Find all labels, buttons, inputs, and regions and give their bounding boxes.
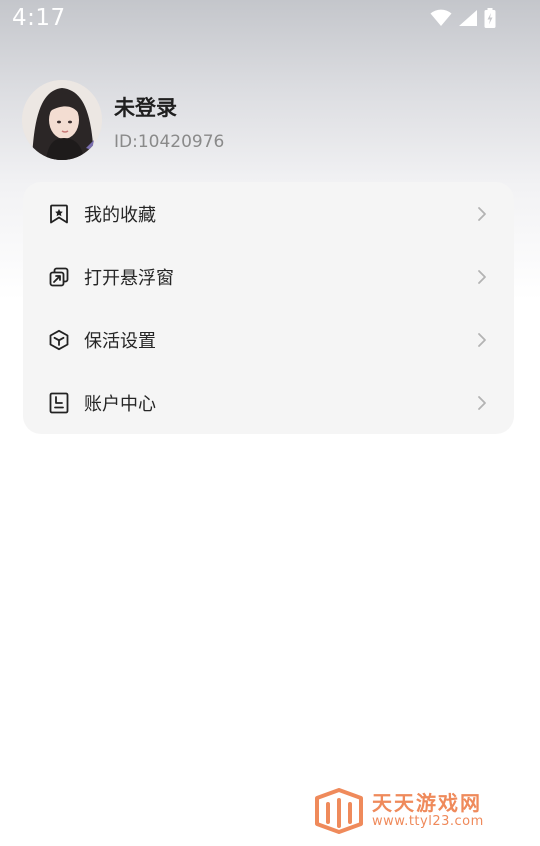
- profile-text: 未登录 ID:10420976: [114, 88, 224, 152]
- menu-card: 我的收藏 打开悬浮窗 保活设置 账户中心: [23, 182, 514, 434]
- profile-id: ID:10420976: [114, 132, 225, 152]
- profile-name[interactable]: 未登录: [114, 92, 224, 122]
- chevron-right-icon: [474, 332, 490, 348]
- account-book-icon: [47, 391, 71, 415]
- watermark-logo-icon: [315, 788, 363, 834]
- avatar[interactable]: [22, 80, 102, 160]
- menu-item-account-center[interactable]: 账户中心: [23, 371, 514, 434]
- menu-item-floating-window[interactable]: 打开悬浮窗: [23, 245, 514, 308]
- menu-item-label: 账户中心: [84, 393, 156, 415]
- battery-charging-icon: [484, 8, 496, 28]
- watermark-title: 天天游戏网: [372, 791, 482, 815]
- wifi-icon: [430, 9, 452, 27]
- menu-item-label: 打开悬浮窗: [84, 267, 174, 289]
- cellular-signal-icon: [458, 9, 478, 27]
- chevron-right-icon: [474, 395, 490, 411]
- bookmark-icon: [47, 202, 71, 226]
- menu-item-keepalive-settings[interactable]: 保活设置: [23, 308, 514, 371]
- status-icons: [430, 8, 496, 28]
- chevron-right-icon: [474, 269, 490, 285]
- menu-item-label: 保活设置: [84, 330, 156, 352]
- cube-icon: [47, 328, 71, 352]
- menu-item-label: 我的收藏: [84, 204, 156, 226]
- floating-window-icon: [47, 265, 71, 289]
- chevron-right-icon: [474, 206, 490, 222]
- status-bar: 4:17: [0, 0, 540, 36]
- watermark-text: 天天游戏网 www.ttyl23.com: [372, 792, 484, 830]
- watermark-url: www.ttyl23.com: [372, 814, 484, 829]
- menu-item-favorites[interactable]: 我的收藏: [23, 182, 514, 245]
- watermark: 天天游戏网 www.ttyl23.com: [314, 788, 484, 834]
- status-time: 4:17: [12, 5, 66, 31]
- profile-header[interactable]: 未登录 ID:10420976: [22, 80, 224, 160]
